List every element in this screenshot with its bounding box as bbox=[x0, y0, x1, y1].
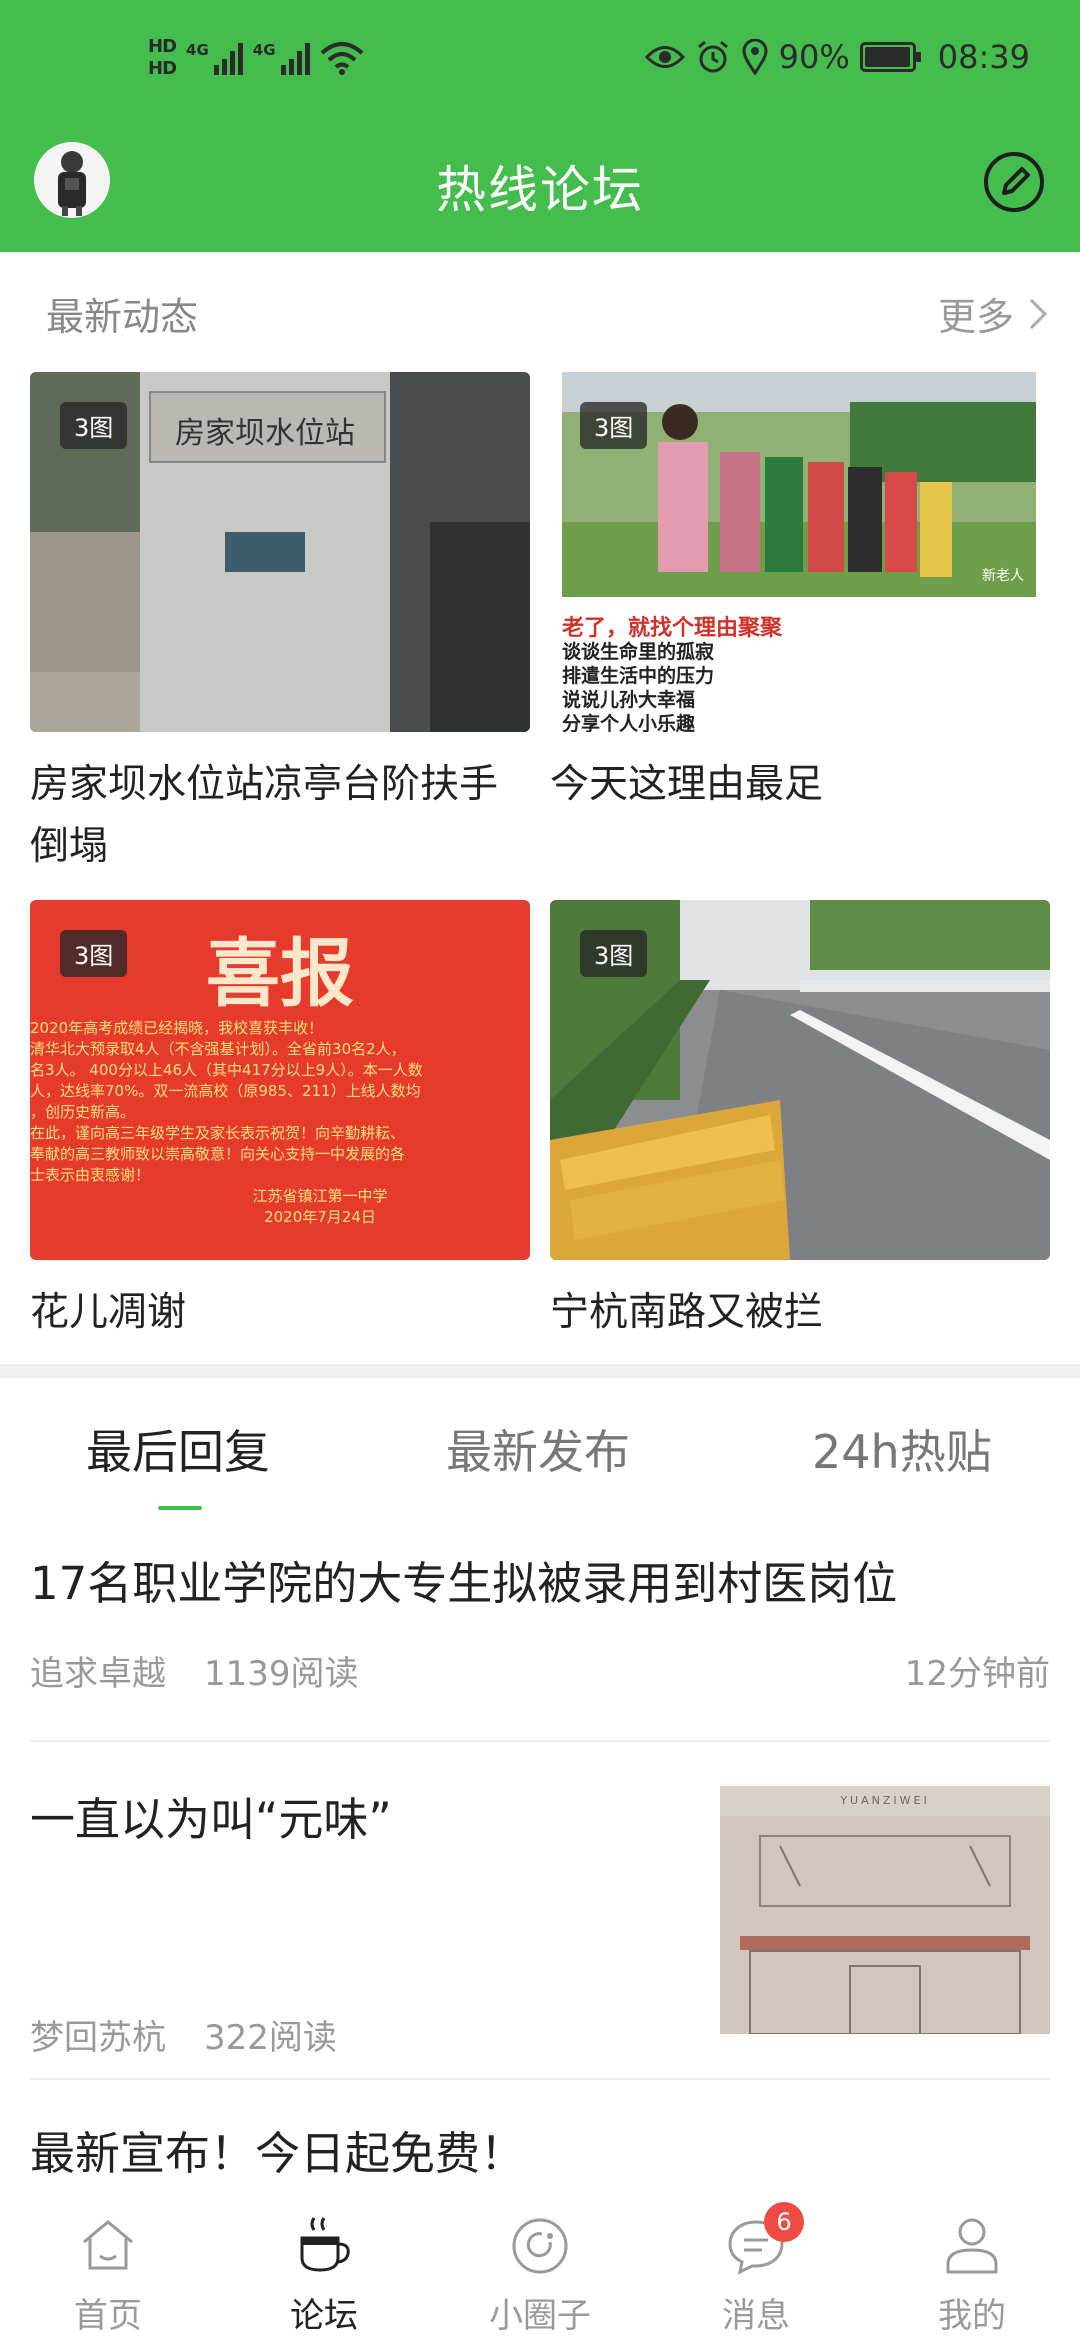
chevron-right-icon bbox=[1029, 298, 1048, 329]
latest-card[interactable]: 喜报 2020年高考成绩已经揭晓，我校喜获丰收！ 清华北大预录取4人（不含强基计… bbox=[30, 900, 530, 1344]
circle-icon bbox=[512, 2218, 568, 2274]
post-reads: 1139阅读 bbox=[204, 1654, 359, 1694]
image-count-badge: 3图 bbox=[580, 930, 648, 977]
net-type-label: 4G bbox=[252, 41, 276, 59]
image-line: 排遣生活中的压力 bbox=[562, 665, 715, 687]
watermark-text: 新老人 bbox=[982, 568, 1024, 584]
list-item[interactable]: 17名职业学院的大专生拟被录用到村医岗位 追求卓越 1139阅读 12分钟前 bbox=[30, 1554, 1050, 1704]
card-caption: 房家坝水位站凉亭台阶扶手倒塌 bbox=[30, 762, 499, 869]
list-divider bbox=[30, 2078, 1050, 2080]
image-line: 名3人。 400分以上46人（其中417分以上9人）。本一人数 bbox=[30, 1061, 423, 1079]
image-line: 说说儿孙大幸福 bbox=[562, 689, 696, 711]
image-count-badge: 3图 bbox=[60, 402, 128, 449]
latest-card[interactable]: 新老人 老了，就找个理由聚聚 谈谈生命里的孤寂 排遣生活中的压力 说说儿孙大幸福… bbox=[550, 372, 1050, 816]
image-line: 江苏省镇江第一中学 bbox=[252, 1187, 388, 1205]
bottom-navigation: 首页 论坛 小圈子 6 消息 我的 bbox=[0, 2196, 1080, 2340]
list-divider bbox=[30, 1740, 1050, 1742]
card-image: 房家坝水位站 3图 bbox=[30, 372, 530, 732]
eye-icon bbox=[644, 46, 685, 68]
latest-section-header: 最新动态 更多 bbox=[0, 262, 1080, 362]
signal-icon: 4G bbox=[186, 41, 243, 75]
nav-label: 小圈子 bbox=[489, 2296, 591, 2336]
latest-card[interactable]: 房家坝水位站 3图 房家坝水位站凉亭台阶扶手倒塌 bbox=[30, 372, 530, 878]
hd-indicator: HD HD bbox=[148, 36, 177, 80]
location-icon bbox=[742, 39, 768, 75]
image-line: 在此，谨向高三年级学生及家长表示祝贺！向辛勤耕耘、 bbox=[30, 1124, 406, 1142]
post-title: 17名职业学院的大专生拟被录用到村医岗位 bbox=[30, 1557, 898, 1610]
card-caption: 宁杭南路又被拦 bbox=[550, 1290, 824, 1335]
tab-last-reply[interactable]: 最后回复 bbox=[86, 1416, 270, 1482]
image-line: ，创历史新高。 bbox=[30, 1103, 136, 1121]
section-divider bbox=[0, 1364, 1080, 1378]
feed-tabs: 最后回复 最新发布 24h热贴 bbox=[0, 1378, 1080, 1518]
hd-label: HD bbox=[148, 58, 177, 79]
nav-messages[interactable]: 6 消息 bbox=[648, 2196, 864, 2340]
page-title: 热线论坛 bbox=[436, 161, 644, 219]
image-lines: 2020年高考成绩已经揭晓，我校喜获丰收！ 清华北大预录取4人（不含强基计划）。… bbox=[30, 1018, 530, 1228]
nav-forum[interactable]: 论坛 bbox=[216, 2196, 432, 2340]
nav-circle[interactable]: 小圈子 bbox=[432, 2196, 648, 2340]
card-image: 3图 bbox=[550, 900, 1050, 1260]
person-icon bbox=[946, 2218, 998, 2274]
system-indicators: 90% 08:39 bbox=[644, 38, 1030, 76]
tab-24h-hot[interactable]: 24h热贴 bbox=[812, 1416, 992, 1482]
post-author: 追求卓越 bbox=[30, 1654, 166, 1694]
nav-label: 消息 bbox=[722, 2296, 790, 2336]
clock: 08:39 bbox=[937, 38, 1030, 76]
battery-percent: 90% bbox=[778, 38, 850, 76]
nav-profile[interactable]: 我的 bbox=[864, 2196, 1080, 2340]
post-author: 梦回苏杭 bbox=[30, 2018, 166, 2058]
image-line: 清华北大预录取4人（不含强基计划）。全省前30名2人， bbox=[30, 1040, 406, 1058]
post-time: 12分钟前 bbox=[904, 1654, 1050, 1694]
post-reads: 322阅读 bbox=[204, 2018, 337, 2058]
image-headline: 老了，就找个理由聚聚 bbox=[562, 616, 783, 641]
more-link[interactable]: 更多 bbox=[938, 286, 1048, 341]
image-count-badge: 3图 bbox=[580, 402, 648, 449]
latest-card[interactable]: 3图 宁杭南路又被拦 bbox=[550, 900, 1050, 1344]
card-caption: 花儿凋谢 bbox=[30, 1290, 187, 1335]
thumbnail-text: YUANZIWEI bbox=[840, 1794, 930, 1807]
signal-icon: 4G bbox=[253, 41, 310, 75]
card-caption: 今天这理由最足 bbox=[550, 762, 824, 807]
image-line: 奉献的高三教师致以崇高敬意！向关心支持一中发展的各 bbox=[30, 1145, 406, 1163]
tab-latest-post[interactable]: 最新发布 bbox=[446, 1416, 630, 1482]
list-item[interactable]: 最新宣布！今日起免费！ bbox=[30, 2124, 1050, 2196]
app-header: HD HD 4G 4G 90% 08:39 热线论坛 bbox=[0, 0, 1080, 252]
image-line: 2020年7月24日 bbox=[264, 1208, 376, 1226]
tab-indicator bbox=[158, 1506, 202, 1510]
card-image: 新老人 老了，就找个理由聚聚 谈谈生命里的孤寂 排遣生活中的压力 说说儿孙大幸福… bbox=[550, 372, 1050, 732]
hd-label: HD bbox=[148, 36, 177, 57]
image-sign-text: 房家坝水位站 bbox=[175, 416, 355, 451]
nav-label: 论坛 bbox=[290, 2296, 358, 2336]
network-indicators: HD HD 4G 4G bbox=[148, 36, 364, 80]
image-line: 人，达线率70%。双一流高校（原985、211）上线人数均 bbox=[30, 1082, 421, 1100]
battery-icon bbox=[859, 42, 921, 72]
image-count-badge: 3图 bbox=[60, 930, 128, 977]
image-line: 2020年高考成绩已经揭晓，我校喜获丰收！ bbox=[30, 1019, 324, 1037]
post-meta: 追求卓越 1139阅读 bbox=[30, 1646, 359, 1695]
pencil-icon[interactable] bbox=[982, 150, 1046, 214]
section-title: 最新动态 bbox=[46, 295, 199, 339]
nav-home[interactable]: 首页 bbox=[0, 2196, 216, 2340]
battery-level bbox=[864, 47, 910, 67]
image-line: 分享个人小乐趣 bbox=[562, 713, 696, 732]
status-bar: HD HD 4G 4G 90% 08:39 bbox=[0, 30, 1080, 100]
home-icon bbox=[83, 2220, 133, 2270]
title-bar: 热线论坛 bbox=[0, 132, 1080, 232]
coffee-cup-icon bbox=[300, 2217, 350, 2272]
wifi-icon bbox=[320, 42, 363, 75]
nav-label: 首页 bbox=[74, 2296, 142, 2336]
alarm-icon bbox=[697, 40, 728, 73]
image-line: 士表示由衷感谢！ bbox=[30, 1166, 151, 1184]
post-title: 最新宣布！今日起免费！ bbox=[30, 2127, 526, 2180]
card-image: 喜报 2020年高考成绩已经揭晓，我校喜获丰收！ 清华北大预录取4人（不含强基计… bbox=[30, 900, 530, 1260]
post-meta: 梦回苏杭 322阅读 bbox=[30, 2010, 337, 2059]
image-line: 谈谈生命里的孤寂 bbox=[562, 641, 715, 663]
post-thumbnail: YUANZIWEI bbox=[720, 1786, 1050, 2034]
image-lines: 谈谈生命里的孤寂 排遣生活中的压力 说说儿孙大幸福 分享个人小乐趣 bbox=[562, 640, 714, 732]
net-type-label: 4G bbox=[186, 41, 209, 59]
more-label: 更多 bbox=[937, 295, 1014, 339]
unread-badge: 6 bbox=[764, 2202, 804, 2242]
nav-label: 我的 bbox=[938, 2296, 1006, 2336]
